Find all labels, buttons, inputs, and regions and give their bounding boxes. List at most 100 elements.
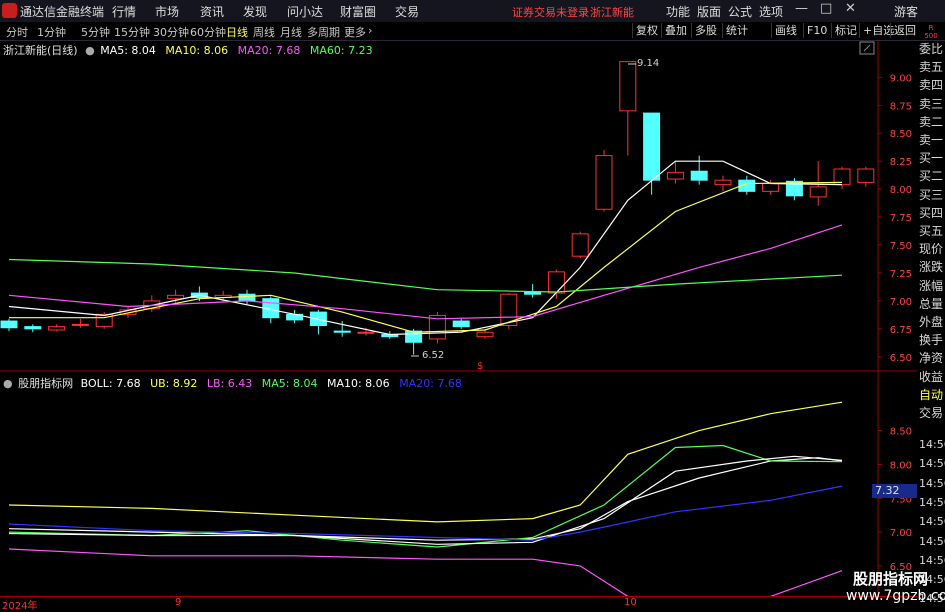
indicator-title[interactable]: 股朋指标网 — [18, 377, 73, 390]
rb-value: 500 — [924, 32, 938, 40]
menu-discover[interactable]: 发现 — [243, 3, 267, 20]
current-stock-name: 浙江新能 — [590, 6, 634, 19]
indicator-axis: 6.507.007.508.008.50 — [878, 427, 912, 573]
menu-bar: 通达信金融终端 行情 市场 资讯 发现 问小达 财富圈 交易 证券交易未登录 浙… — [0, 0, 945, 23]
tab-daily[interactable]: 日线 — [226, 24, 248, 40]
mark-button[interactable]: 标记 — [831, 23, 860, 38]
sidebar-item[interactable]: 买一 — [919, 151, 943, 165]
trade-time: 14:56 — [919, 495, 945, 509]
ma-line-ma5 — [8, 160, 843, 336]
back-button[interactable]: 返回 — [890, 23, 919, 38]
sidebar-item[interactable]: 委比 — [919, 42, 943, 56]
candle-up — [357, 331, 375, 334]
menu-layout[interactable]: 版面 — [697, 3, 721, 20]
tab-multi-period[interactable]: 多周期 — [307, 24, 340, 40]
f10-button[interactable]: F10 — [803, 23, 830, 38]
chevron-right-icon[interactable]: › — [368, 24, 372, 37]
candle-down — [238, 293, 256, 302]
menu-news[interactable]: 资讯 — [200, 3, 224, 20]
sidebar-item[interactable]: 涨跌 — [919, 260, 943, 274]
menu-wealth[interactable]: 财富圈 — [340, 3, 376, 20]
sidebar-item[interactable]: 外盘 — [919, 315, 943, 329]
indicator-tick-label: 7.00 — [890, 528, 912, 539]
menu-trade[interactable]: 交易 — [395, 3, 419, 20]
trade-time: 14:56 — [919, 534, 945, 548]
sidebar-item[interactable]: 涨幅 — [919, 279, 943, 293]
candle-down — [24, 326, 42, 330]
ind-ma20-label: MA20: 7.68 — [399, 377, 462, 390]
price-tick-label: 6.75 — [890, 325, 912, 336]
stock-chart-area[interactable]: 6.50 6.75 7.00 7.25 7.50 7.75 8.00 8.25 8.50 8.75… — [0, 40, 917, 596]
ub-label: UB: 8.92 — [150, 377, 198, 390]
price-tick-label: 8.25 — [890, 157, 912, 168]
sidebar-item[interactable]: 买五 — [919, 224, 943, 238]
legend-dot-icon: ● — [85, 44, 95, 57]
sidebar-item[interactable]: 交易 — [919, 406, 943, 420]
close-icon[interactable]: ✕ — [845, 1, 856, 16]
sidebar-item[interactable]: 收益 — [919, 370, 943, 384]
sidebar-item[interactable]: 总量 — [919, 297, 943, 311]
candle-down — [524, 291, 542, 295]
watermark-title: 股朋指标网 — [853, 570, 929, 588]
menu-formula[interactable]: 公式 — [728, 3, 752, 20]
low-price-label: 6.52 — [422, 350, 445, 361]
sidebar-item[interactable]: 卖五 — [919, 60, 943, 74]
rb-label: R — [928, 24, 934, 32]
menu-function[interactable]: 功能 — [666, 3, 690, 20]
multi-stock-button[interactable]: 多股 — [691, 23, 720, 38]
candle-up — [619, 61, 637, 112]
sidebar-item[interactable]: 买四 — [919, 206, 943, 220]
tab-60min[interactable]: 60分钟 — [190, 24, 226, 40]
ind-ma10-label: MA10: 8.06 — [326, 377, 390, 390]
sidebar-item[interactable]: 净资 — [919, 351, 943, 365]
menu-quotes[interactable]: 行情 — [112, 3, 136, 20]
trade-time: 14:56 — [919, 438, 945, 451]
candle-down — [643, 112, 661, 181]
sidebar-item[interactable]: 自动 — [919, 388, 943, 402]
sidebar-item[interactable]: 买二 — [919, 169, 943, 183]
candle-down — [0, 320, 18, 329]
tab-more[interactable]: 更多 — [344, 24, 366, 40]
lb-label: LB: 6.43 — [206, 377, 253, 390]
sidebar-item[interactable]: 卖二 — [919, 115, 943, 129]
ma60-label: MA60: 7.23 — [309, 44, 373, 57]
login-warning[interactable]: 证券交易未登录 — [512, 4, 589, 20]
sidebar-item[interactable]: 卖三 — [919, 97, 943, 111]
candlestick-series — [0, 61, 875, 355]
ma-line-ma60 — [8, 258, 843, 293]
tab-timeshare[interactable]: 分时 — [6, 24, 28, 40]
chart-options-icon-mark — [863, 44, 871, 52]
ma5-label: MA5: 8.04 — [100, 44, 156, 57]
tab-weekly[interactable]: 周线 — [253, 24, 275, 40]
menu-market[interactable]: 市场 — [155, 3, 179, 20]
sidebar-item[interactable]: 卖四 — [919, 78, 943, 92]
sidebar-item[interactable]: 换手 — [919, 333, 943, 347]
indicator-tick-label: 8.50 — [890, 427, 912, 438]
overlay-button[interactable]: 叠加 — [661, 23, 690, 38]
minimize-icon[interactable]: — — [795, 1, 808, 16]
menu-options[interactable]: 选项 — [759, 3, 783, 20]
tab-5min[interactable]: 5分钟 — [81, 24, 110, 40]
boll-label: BOLL: 7.68 — [80, 377, 141, 390]
draw-line-button[interactable]: 画线 — [771, 23, 800, 38]
sidebar-item[interactable]: 卖一 — [919, 133, 943, 147]
sidebar-item[interactable]: 现价 — [919, 242, 943, 256]
period-tab-bar: 分时 1分钟 5分钟 15分钟 30分钟 60分钟 日线 周线 月线 多周期 更… — [0, 22, 945, 41]
price-tick-label: 6.50 — [890, 353, 912, 364]
stats-button[interactable]: 统计 — [722, 23, 751, 38]
tab-monthly[interactable]: 月线 — [280, 24, 302, 40]
menu-assistant[interactable]: 问小达 — [287, 3, 323, 20]
date-year: 2024年 — [2, 601, 38, 612]
sidebar-item[interactable]: 买三 — [919, 188, 943, 202]
moving-average-lines — [8, 160, 843, 336]
adjust-button[interactable]: 复权 — [632, 23, 661, 38]
candle-up — [48, 326, 66, 331]
guest-label[interactable]: 游客 — [894, 3, 918, 20]
candle-up — [762, 183, 780, 192]
tab-30min[interactable]: 30分钟 — [153, 24, 189, 40]
tab-15min[interactable]: 15分钟 — [114, 24, 150, 40]
price-tick-label: 8.75 — [890, 101, 912, 112]
tab-1min[interactable]: 1分钟 — [37, 24, 66, 40]
dividend-marker[interactable]: $ — [477, 361, 483, 372]
maximize-icon[interactable]: □ — [820, 1, 832, 16]
